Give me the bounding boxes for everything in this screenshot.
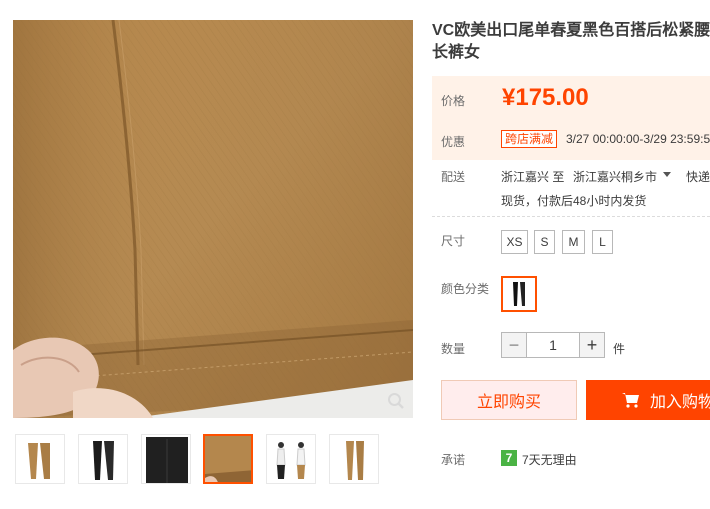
- shipping-destination[interactable]: 浙江嘉兴桐乡市: [573, 168, 657, 185]
- title-line-2: 长裤女: [432, 44, 481, 61]
- price-label: 价格: [441, 94, 466, 108]
- model-thumbnail-image: [276, 442, 306, 479]
- thumbnail-6[interactable]: [329, 434, 379, 484]
- add-to-cart-label: 加入购物车: [650, 394, 710, 411]
- size-option-xs[interactable]: XS: [501, 230, 528, 254]
- size-option-m[interactable]: M: [562, 230, 585, 254]
- size-label: 尺寸: [441, 234, 466, 248]
- thumbnail-5[interactable]: [266, 434, 316, 484]
- add-to-cart-button[interactable]: 加入购物车: [586, 380, 710, 420]
- thumbnail-2[interactable]: [78, 434, 128, 484]
- promotion-tag[interactable]: 跨店满减: [501, 130, 558, 148]
- promise-label: 承诺: [441, 453, 466, 467]
- cart-icon: [622, 393, 639, 408]
- price-value: ¥175.00: [502, 84, 589, 111]
- magnifier-icon[interactable]: [387, 392, 405, 410]
- pants-thumbnail-image: [93, 441, 114, 480]
- size-option-s[interactable]: S: [534, 230, 555, 254]
- quantity-stepper: − 1 +: [501, 332, 605, 360]
- quantity-input[interactable]: 1: [527, 332, 579, 358]
- product-title: VC欧美出口尾单春夏黑色百搭后松紧腰 长裤女: [432, 20, 710, 64]
- pants-thumbnail-image: [346, 441, 364, 480]
- promotion-period: 3/27 00:00:00-3/29 23:59:59: [566, 132, 710, 146]
- quantity-unit: 件: [613, 342, 626, 356]
- promise-text[interactable]: 7天无理由: [522, 451, 577, 468]
- shipping-label: 配送: [441, 170, 466, 184]
- divider: [432, 216, 710, 217]
- caret-down-icon[interactable]: [663, 172, 671, 178]
- promotion-label: 优惠: [441, 135, 466, 149]
- price-panel: 价格 ¥175.00 优惠 跨店满减 3/27 00:00:00-3/29 23…: [432, 76, 710, 160]
- shipping-from: 浙江嘉兴 至: [501, 170, 565, 184]
- shipping-method: 快递: [686, 170, 710, 184]
- thumbnail-1[interactable]: [15, 434, 65, 484]
- pants-thumbnail-image: [146, 437, 188, 483]
- title-line-1: VC欧美出口尾单春夏黑色百搭后松紧腰: [432, 22, 710, 39]
- color-option-black[interactable]: [501, 276, 537, 312]
- thumbnail-3[interactable]: [141, 434, 191, 484]
- fabric-photo: [13, 20, 413, 418]
- shipping-note: 现货，付款后48小时内发货: [501, 194, 647, 208]
- thumbnail-4-active[interactable]: [203, 434, 253, 484]
- pants-thumbnail-image: [205, 436, 251, 482]
- increase-quantity-button[interactable]: +: [579, 332, 605, 358]
- color-label: 颜色分类: [441, 282, 490, 296]
- quantity-label: 数量: [441, 342, 466, 356]
- pants-thumbnail-image: [28, 443, 50, 479]
- size-option-l[interactable]: L: [592, 230, 613, 254]
- thumbnail-strip: [13, 434, 413, 488]
- buy-now-button[interactable]: 立即购买: [441, 380, 577, 420]
- seven-day-return-icon: 7: [501, 450, 517, 466]
- main-product-image[interactable]: [13, 20, 413, 418]
- shipping-row: 配送 浙江嘉兴 至 浙江嘉兴桐乡市 快递 现货，付款后48小时内发货: [432, 166, 710, 216]
- black-pants-swatch-image: [513, 282, 525, 306]
- decrease-quantity-button[interactable]: −: [501, 332, 527, 358]
